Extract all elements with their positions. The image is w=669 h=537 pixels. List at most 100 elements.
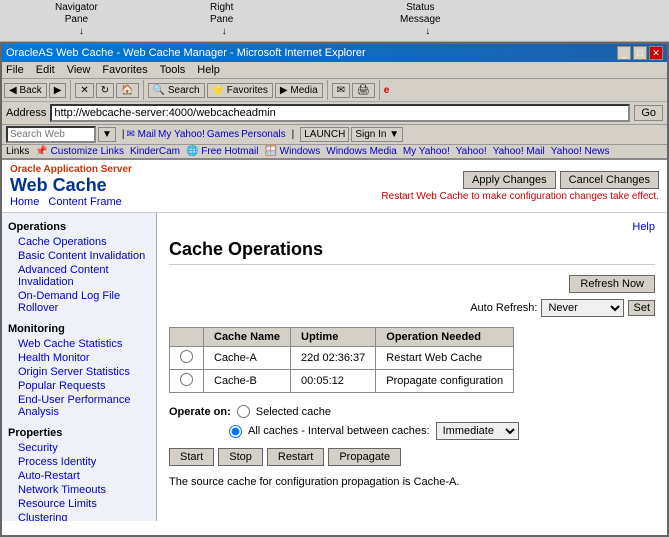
toolbar-separator-3 xyxy=(327,80,328,100)
annotation-right-pane: Right Pane ↓ xyxy=(210,2,233,37)
uptime-b: 00:05:12 xyxy=(291,370,376,393)
restart-button[interactable]: Restart xyxy=(267,448,324,466)
sidebar-item-security[interactable]: Security xyxy=(2,441,156,455)
launch-button[interactable]: LAUNCH xyxy=(300,127,349,142)
links-bar: Links 📌 Customize Links KinderCam 🌐 Free… xyxy=(2,145,667,160)
minimize-button[interactable]: _ xyxy=(617,46,631,60)
media-button[interactable]: ▶ Media xyxy=(275,83,323,98)
top-buttons-row: Apply Changes Cancel Changes xyxy=(463,171,659,189)
address-input[interactable] xyxy=(50,104,630,122)
operate-on-label: Operate on: xyxy=(169,406,231,418)
link-yahoonews[interactable]: Yahoo! News xyxy=(551,146,610,157)
radio-selected-cache[interactable] xyxy=(237,405,250,418)
separator-launch: | xyxy=(292,129,295,140)
start-button[interactable]: Start xyxy=(169,448,214,466)
home-button[interactable]: 🏠 xyxy=(116,83,138,98)
back-button[interactable]: ◀ Back xyxy=(4,83,47,98)
oas-nav-links: Home Content Frame xyxy=(10,196,132,208)
menu-help[interactable]: Help xyxy=(197,64,220,76)
address-label: Address xyxy=(6,107,46,119)
sidebar-item-advanced-invalidation[interactable]: Advanced Content Invalidation xyxy=(2,263,156,289)
set-button[interactable]: Set xyxy=(628,300,655,316)
link-yahoomail[interactable]: Yahoo! Mail xyxy=(493,146,545,157)
menu-view[interactable]: View xyxy=(67,64,91,76)
monitoring-section-title: Monitoring xyxy=(2,319,156,337)
sidebar-item-popular-requests[interactable]: Popular Requests xyxy=(2,379,156,393)
search-button[interactable]: 🔍 Search xyxy=(148,83,205,98)
sidebar-item-webcache-stats[interactable]: Web Cache Statistics xyxy=(2,337,156,351)
sidebar-item-auto-restart[interactable]: Auto-Restart xyxy=(2,469,156,483)
maximize-button[interactable]: □ xyxy=(633,46,647,60)
sidebar-item-log-rollover[interactable]: On-Demand Log File Rollover xyxy=(2,289,156,315)
menu-favorites[interactable]: Favorites xyxy=(102,64,147,76)
search-input[interactable] xyxy=(6,126,96,143)
link-myyahoo[interactable]: My Yahoo! xyxy=(403,146,450,157)
annotation-bar: Navigator Pane ↓ Right Pane ↓ Status Mes… xyxy=(0,0,669,42)
apply-changes-button[interactable]: Apply Changes xyxy=(463,171,556,189)
refresh-row: Refresh Now xyxy=(169,275,655,293)
radio-all-caches[interactable] xyxy=(229,425,242,438)
link-yahoo[interactable]: My Yahoo! xyxy=(158,129,205,140)
search-go-button[interactable]: ▼ xyxy=(98,127,116,142)
print-button[interactable]: 🖨 xyxy=(352,83,375,98)
home-link[interactable]: Home xyxy=(10,196,39,208)
radio-cache-a[interactable] xyxy=(180,350,193,363)
sign-in-button[interactable]: Sign In ▼ xyxy=(351,127,403,142)
sidebar-item-cache-operations[interactable]: Cache Operations xyxy=(2,235,156,249)
row-radio-a[interactable] xyxy=(170,347,204,370)
sidebar-item-origin-stats[interactable]: Origin Server Statistics xyxy=(2,365,156,379)
stop-button[interactable]: Stop xyxy=(218,448,263,466)
brand-name: Web Cache xyxy=(10,175,132,196)
link-personals[interactable]: Personals xyxy=(241,129,285,140)
link-hotmail[interactable]: 🌐 Free Hotmail xyxy=(186,146,258,157)
sidebar-item-process-identity[interactable]: Process Identity xyxy=(2,455,156,469)
operation-a: Restart Web Cache xyxy=(376,347,514,370)
link-yahoo2[interactable]: Yahoo! xyxy=(456,146,487,157)
menu-edit[interactable]: Edit xyxy=(36,64,55,76)
content-frame-link[interactable]: Content Frame xyxy=(48,196,121,208)
link-customize[interactable]: 📌 Customize Links xyxy=(35,146,124,157)
window-title: OracleAS Web Cache - Web Cache Manager -… xyxy=(6,47,366,59)
content-frame: Oracle Application Server Web Cache Home… xyxy=(2,160,667,521)
close-button[interactable]: ✕ xyxy=(649,46,663,60)
radio-cache-b[interactable] xyxy=(180,373,193,386)
ie-toolbar: ◀ Back ▶ ✕ ↻ 🏠 🔍 Search ⭐ Favorites ▶ Me… xyxy=(2,79,667,102)
link-windows[interactable]: 🪟 Windows xyxy=(264,146,320,157)
sidebar-item-basic-invalidation[interactable]: Basic Content Invalidation xyxy=(2,249,156,263)
interval-select[interactable]: Immediate 30 seconds 1 minute xyxy=(436,422,519,440)
propagate-button[interactable]: Propagate xyxy=(328,448,401,466)
cancel-changes-button[interactable]: Cancel Changes xyxy=(560,171,659,189)
menu-tools[interactable]: Tools xyxy=(160,64,186,76)
main-content-area: Operations Cache Operations Basic Conten… xyxy=(2,213,667,521)
sidebar-item-network-timeouts[interactable]: Network Timeouts xyxy=(2,483,156,497)
menu-file[interactable]: File xyxy=(6,64,24,76)
source-cache-message: The source cache for configuration propa… xyxy=(169,476,655,488)
mail-button[interactable]: ✉ xyxy=(332,83,350,98)
right-pane: Help Cache Operations Refresh Now Auto R… xyxy=(157,213,667,521)
favorites-button[interactable]: ⭐ Favorites xyxy=(207,83,273,98)
link-kindercam[interactable]: KinderCam xyxy=(130,146,180,157)
operate-on-section: Operate on: Selected cache All caches - … xyxy=(169,405,655,440)
go-button[interactable]: Go xyxy=(634,105,663,121)
sidebar-section-properties: Properties Security Process Identity Aut… xyxy=(2,423,156,521)
auto-refresh-row: Auto Refresh: Never 30 seconds 1 minute … xyxy=(169,299,655,317)
sidebar-item-health-monitor[interactable]: Health Monitor xyxy=(2,351,156,365)
help-link[interactable]: Help xyxy=(169,221,655,233)
link-winmedia[interactable]: Windows Media xyxy=(326,146,397,157)
row-radio-b[interactable] xyxy=(170,370,204,393)
refresh-now-button[interactable]: Refresh Now xyxy=(569,275,655,293)
links-label: Links xyxy=(6,146,29,157)
sidebar-item-clustering[interactable]: Clustering xyxy=(2,511,156,521)
sidebar-item-resource-limits[interactable]: Resource Limits xyxy=(2,497,156,511)
link-games[interactable]: Games xyxy=(207,129,239,140)
forward-button[interactable]: ▶ xyxy=(49,83,67,98)
search-bar: ▼ | ✉ Mail My Yahoo! Games Personals | L… xyxy=(2,125,667,145)
operate-on-row: Operate on: Selected cache xyxy=(169,405,655,418)
stop-button[interactable]: ✕ xyxy=(75,83,93,98)
col-header-operation: Operation Needed xyxy=(376,328,514,347)
auto-refresh-select[interactable]: Never 30 seconds 1 minute 5 minutes xyxy=(541,299,624,317)
link-mail[interactable]: ✉ Mail xyxy=(127,129,157,140)
sidebar-section-operations: Operations Cache Operations Basic Conten… xyxy=(2,217,156,315)
sidebar-item-enduser-perf[interactable]: End-User Performance Analysis xyxy=(2,393,156,419)
refresh-toolbar-button[interactable]: ↻ xyxy=(96,83,114,98)
